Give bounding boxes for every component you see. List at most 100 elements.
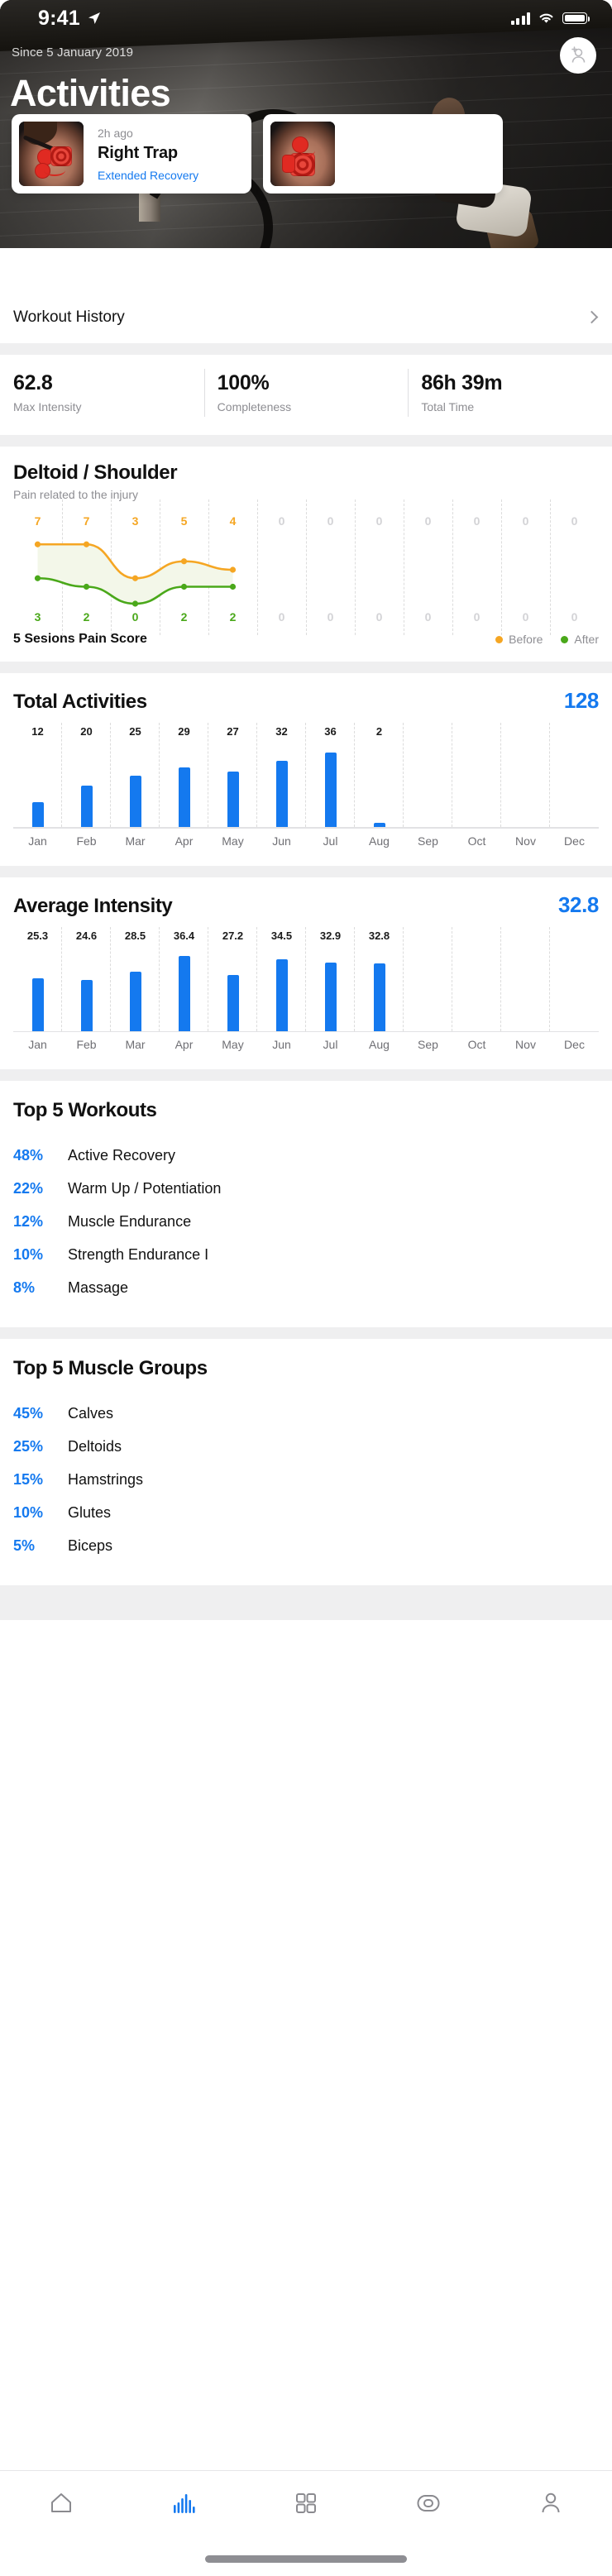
legend-dot-after [561,635,569,643]
battery-icon [562,12,590,24]
bar-value-label [550,725,599,738]
pain-chart-lines [34,541,237,607]
pain-before-value: 0 [473,514,481,528]
top-workout-row[interactable]: 22% Warm Up / Potentiation [13,1172,599,1205]
add-person-icon [571,46,586,63]
top-workout-row[interactable]: 48% Active Recovery [13,1139,599,1172]
bar-value-label: 36.4 [173,929,195,942]
bar-slot [501,949,550,1031]
total-activities-axis [13,827,599,829]
pain-after-value: 0 [375,610,383,624]
month-label: Sep [418,1038,438,1051]
workout-thumbnail [19,122,84,186]
top-muscle-group-row[interactable]: 5% Biceps [13,1529,599,1562]
top-muscle-group-percent: 15% [13,1470,44,1488]
bar-value-label: 12 [31,725,44,738]
month-label: Jul [323,834,338,848]
bar-value-label: 24.6 [75,929,98,942]
tab-statistics[interactable] [122,2489,245,2517]
average-intensity-bars [13,949,599,1031]
month-label: Feb [76,1038,97,1051]
recent-workouts-carousel[interactable]: 2h ago Right Trap Extended Recovery [0,114,612,203]
bottom-tab-bar[interactable] [0,2470,612,2576]
top-workout-percent: 22% [13,1179,44,1197]
top-muscle-groups-title: Top 5 Muscle Groups [13,1357,208,1379]
stat-total-time: 86h 39m Total Time [408,369,612,417]
workout-card[interactable] [263,114,503,194]
workout-program-tag[interactable]: Extended Recovery [98,169,198,182]
section-divider [0,662,612,673]
bar-value-label [550,930,599,942]
top-workout-percent: 12% [13,1212,44,1230]
bar-value-label: 25.3 [26,929,49,942]
bar-slot [550,744,599,827]
workout-history-row[interactable]: Workout History [0,291,612,343]
bar-slot [404,744,452,827]
pain-after-value-row: 3 2 0 2 2 0 0 0 0 0 0 0 [13,610,599,627]
top-muscle-group-row[interactable]: 25% Deltoids [13,1430,599,1463]
tab-programs[interactable] [245,2489,367,2517]
clock-label: 9:41 [38,6,80,30]
bar-chart-icon [174,2494,195,2513]
pain-after-point [83,583,90,590]
bar-slot [452,744,501,827]
tab-home[interactable] [0,2489,122,2517]
pain-before-value: 7 [83,514,90,528]
stat-label: Completeness [217,400,292,413]
pain-after-point [131,600,139,607]
month-label: May [222,1038,244,1051]
pain-before-point [34,541,41,547]
tab-device[interactable] [367,2489,490,2517]
average-intensity-plot [13,926,599,1031]
bar-slot [257,949,306,1031]
top-muscle-group-row[interactable]: 10% Glutes [13,1496,599,1529]
top-workout-row[interactable]: 8% Massage [13,1271,599,1304]
top-muscle-group-name: Biceps [68,1537,113,1554]
tab-profile[interactable] [490,2489,612,2517]
bar-slot [257,744,306,827]
month-label: Jul [323,1038,338,1051]
pain-after-value: 3 [34,610,41,624]
bar-slot [62,949,111,1031]
bar-slot [404,949,452,1031]
bar [80,786,93,827]
top-muscle-group-row[interactable]: 15% Hamstrings [13,1463,599,1496]
pain-before-point [131,575,139,581]
stat-max-intensity: 62.8 Max Intensity [0,371,204,413]
top-workout-name: Warm Up / Potentiation [68,1179,222,1197]
bar-value-label: 28.5 [124,929,146,942]
bar [129,775,141,827]
status-bar: 9:41 [0,0,612,36]
workout-card[interactable]: 2h ago Right Trap Extended Recovery [12,114,251,194]
bar [129,972,141,1031]
since-date-label: Since 5 January 2019 [12,45,134,60]
top-muscle-group-row[interactable]: 45% Calves [13,1397,599,1430]
month-label: Dec [564,834,585,848]
average-intensity-month-labels: Jan Feb Mar Apr May Jun Jul Aug Sep Oct Nov Dec [13,1038,599,1051]
pain-after-value: 2 [83,610,90,624]
bar-slot [355,744,404,827]
pain-before-value: 0 [278,514,285,528]
top-workout-name: Massage [68,1278,129,1296]
add-person-button[interactable] [560,37,596,74]
month-label: Nov [515,834,536,848]
bar-slot [501,744,550,827]
bar-value-label: 32 [275,725,288,738]
stat-label: Max Intensity [13,400,82,413]
top-workouts-card: Top 5 Workouts 48% Active Recovery 22% Warm… [0,1081,612,1327]
top-muscle-group-percent: 10% [13,1503,44,1521]
bar [373,963,385,1031]
bar [275,761,288,827]
average-intensity-header: Average Intensity 32.8 [13,892,599,918]
bar-slot [306,744,355,827]
pain-chart-plot: 7 7 3 5 4 0 0 0 0 0 0 0 3 2 0 2 2 0 0 0 0 0 0 0 [13,499,599,635]
month-label: Oct [467,834,486,848]
top-workout-row[interactable]: 10% Strength Endurance I [13,1238,599,1271]
person-icon [542,2492,560,2513]
bar-value-label: 2 [375,725,383,738]
month-label: Sep [418,834,438,848]
bar-value-label: 32.9 [319,929,342,942]
top-workout-row[interactable]: 12% Muscle Endurance [13,1205,599,1238]
section-divider [0,343,612,355]
bar-slot [452,949,501,1031]
